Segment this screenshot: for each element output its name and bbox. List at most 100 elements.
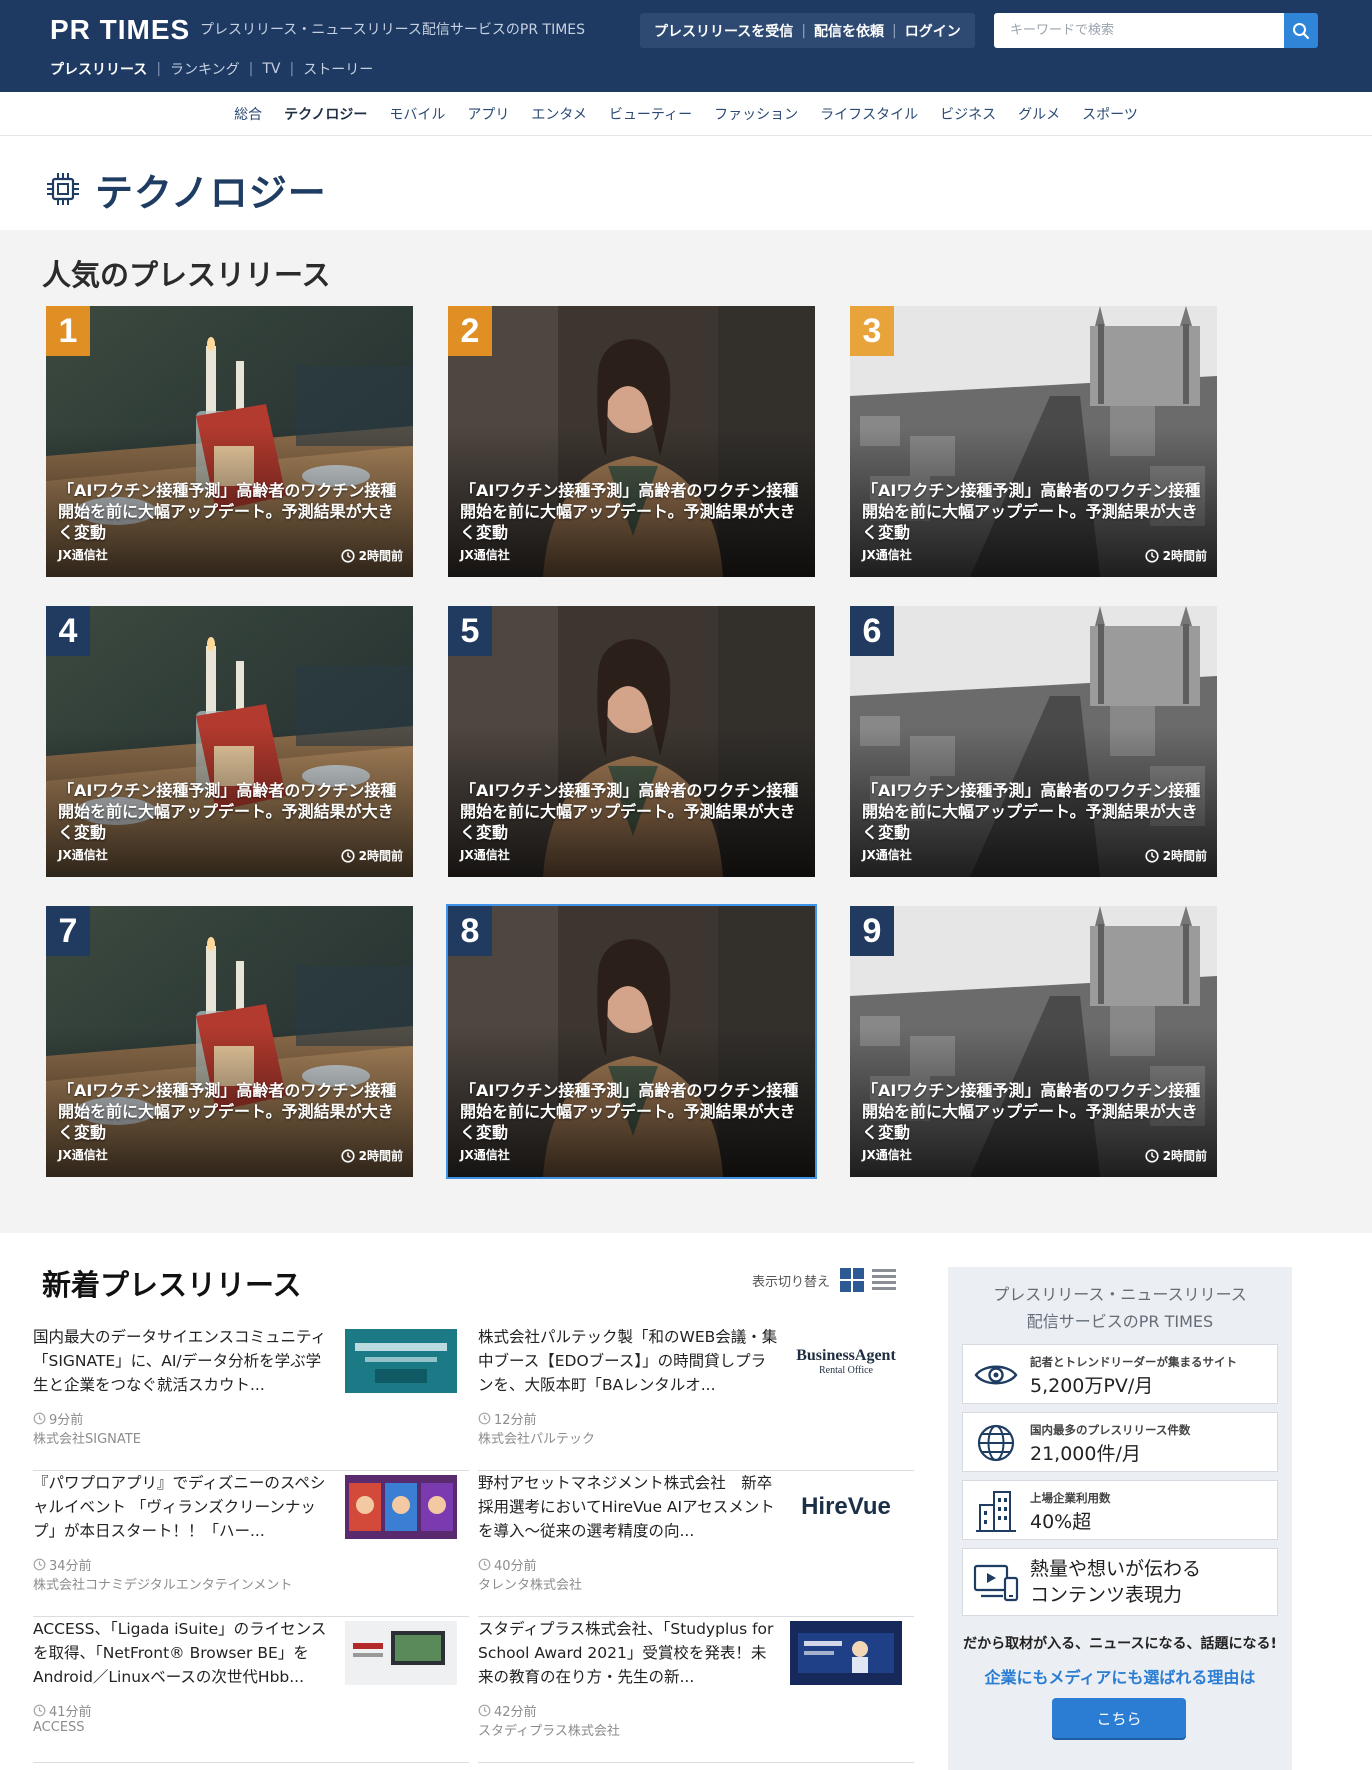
news-time-text: 9分前: [49, 1413, 84, 1428]
news-thumbnail[interactable]: [345, 1621, 457, 1685]
feature-pageviews-value: 5,200万PV/月: [1030, 1375, 1154, 1397]
rank-badge: 4: [46, 606, 90, 656]
news-time: 42分前: [478, 1701, 537, 1720]
receive-releases-link[interactable]: プレスリリースを受信: [654, 21, 793, 41]
news-thumbnail[interactable]: [345, 1329, 457, 1393]
news-title[interactable]: 株式会社パルテック製「和のWEB会議・集中ブース【EDOブース】」の時間貸しプラ…: [478, 1325, 778, 1397]
news-thumbnail[interactable]: [345, 1475, 457, 1539]
request-distribution-link[interactable]: 配信を依頼: [814, 21, 884, 41]
clock-icon: [478, 1704, 491, 1717]
login-link[interactable]: ログイン: [905, 21, 961, 41]
rank-badge: 9: [850, 906, 894, 956]
subnav-item-ranking[interactable]: ランキング: [170, 59, 240, 79]
news-company[interactable]: タレンタ株式会社: [478, 1574, 582, 1593]
clock-icon: [478, 1558, 491, 1571]
category-fashion[interactable]: ファッション: [714, 104, 798, 124]
popular-card[interactable]: 8 「AIワクチン接種予測」高齢者のワクチン接種開始を前に大幅アップデート。予測…: [446, 904, 817, 1179]
news-company[interactable]: 株式会社SIGNATE: [33, 1428, 141, 1447]
category-business[interactable]: ビジネス: [940, 104, 996, 124]
popular-section: 人気のプレスリリース 1 「AIワクチン接種予測」高齢者のワクチン接種開始を前に…: [0, 230, 1372, 1233]
card-title: 「AIワクチン接種予測」高齢者のワクチン接種開始を前に大幅アップデート。予測結果…: [460, 781, 799, 842]
card-time: 2時間前: [1145, 1147, 1207, 1164]
category-entertainment[interactable]: エンタメ: [531, 104, 587, 124]
subnav-separator: |: [289, 61, 295, 77]
feature-content-line2: コンテンツ表現力: [1030, 1584, 1183, 1606]
news-title[interactable]: 野村アセットマネジメント株式会社 新卒採用選考においてHireVue AIアセス…: [478, 1471, 778, 1543]
news-time-text: 34分前: [49, 1559, 92, 1574]
category-mobile[interactable]: モバイル: [389, 104, 445, 124]
popular-card[interactable]: 7 「AIワクチン接種予測」高齢者のワクチン接種開始を前に大幅アップデート。予測…: [46, 906, 413, 1177]
news-list-item[interactable]: 『パワプロアプリ』でディズニーのスペシャルイベント 「ヴィランズクリーンナップ」…: [33, 1471, 469, 1617]
card-time: 2時間前: [1145, 547, 1207, 564]
popular-card[interactable]: 5 「AIワクチン接種予測」高齢者のワクチン接種開始を前に大幅アップデート。予測…: [448, 606, 815, 877]
news-list-item[interactable]: 国内最大のデータサイエンスコミュニティ「SIGNATE」に、AI/データ分析を学…: [33, 1325, 469, 1471]
card-title: 「AIワクチン接種予測」高齢者のワクチン接種開始を前に大幅アップデート。予測結果…: [58, 1081, 397, 1142]
chip-icon: [47, 173, 79, 205]
card-company: JX通信社: [862, 1148, 912, 1162]
news-title[interactable]: スタディプラス株式会社、「Studyplus for School Award …: [478, 1617, 778, 1689]
eye-icon: [973, 1355, 1019, 1395]
news-list-item[interactable]: 株式会社パルテック製「和のWEB会議・集中ブース【EDOブース】」の時間貸しプラ…: [478, 1325, 914, 1471]
card-title: 「AIワクチン接種予測」高齢者のワクチン接種開始を前に大幅アップデート。予測結果…: [862, 1081, 1201, 1142]
card-time: 2時間前: [341, 847, 403, 864]
popular-card[interactable]: 1 「AIワクチン接種予測」高齢者のワクチン接種開始を前に大幅アップデート。予測…: [46, 306, 413, 577]
category-all[interactable]: 総合: [234, 104, 262, 124]
promo-title-line2: 配信サービスのPR TIMES: [1026, 1312, 1214, 1331]
prtimes-logo[interactable]: PR TIMES: [50, 14, 190, 46]
site-header: PR TIMES プレスリリース・ニュースリリース配信サービスのPR TIMES…: [0, 0, 1372, 92]
feature-listed-companies: 上場企業利用数 40%超: [962, 1480, 1278, 1540]
news-list-item[interactable]: ACCESS、「Ligada iSuite」のライセンスを取得、「NetFron…: [33, 1617, 469, 1763]
news-list-item[interactable]: スタディプラス株式会社、「Studyplus for School Award …: [478, 1617, 914, 1763]
grid-view-icon[interactable]: [840, 1268, 865, 1292]
category-technology[interactable]: テクノロジー: [284, 104, 367, 124]
subnav-item-story[interactable]: ストーリー: [303, 59, 373, 79]
news-title[interactable]: 国内最大のデータサイエンスコミュニティ「SIGNATE」に、AI/データ分析を学…: [33, 1325, 333, 1397]
subnav-separator: |: [156, 61, 162, 77]
news-thumbnail[interactable]: [790, 1621, 902, 1685]
card-time: 2時間前: [341, 1147, 403, 1164]
news-company[interactable]: 株式会社パルテック: [478, 1428, 595, 1447]
list-view-icon[interactable]: [872, 1268, 897, 1292]
category-gourmet[interactable]: グルメ: [1018, 104, 1060, 124]
news-company[interactable]: スタディプラス株式会社: [478, 1720, 620, 1739]
news-company[interactable]: 株式会社コナミデジタルエンタテインメント: [33, 1574, 292, 1593]
subnav-item-pressrelease[interactable]: プレスリリース: [50, 59, 147, 79]
category-sports[interactable]: スポーツ: [1082, 104, 1138, 124]
promo-reason-link[interactable]: 企業にもメディアにも選ばれる理由は: [948, 1664, 1292, 1688]
popular-card[interactable]: 3 「AIワクチン接種予測」高齢者のワクチン接種開始を前に大幅アップデート。予測…: [850, 306, 1217, 577]
popular-card[interactable]: 9 「AIワクチン接種予測」高齢者のワクチン接種開始を前に大幅アップデート。予測…: [850, 906, 1217, 1177]
category-beauty[interactable]: ビューティー: [609, 104, 692, 124]
news-thumbnail[interactable]: HireVue: [790, 1475, 902, 1539]
card-time-text: 2時間前: [358, 1149, 403, 1163]
feature-content-line1: 熱量や想いが伝わる: [1030, 1558, 1202, 1580]
card-time-text: 2時間前: [358, 849, 403, 863]
feature-pageviews-label: 記者とトレンドリーダーが集まるサイト: [1030, 1355, 1237, 1369]
news-company[interactable]: ACCESS: [33, 1720, 85, 1735]
popular-card[interactable]: 6 「AIワクチン接種予測」高齢者のワクチン接種開始を前に大幅アップデート。予測…: [850, 606, 1217, 877]
popular-card[interactable]: 2 「AIワクチン接種予測」高齢者のワクチン接種開始を前に大幅アップデート。予測…: [448, 306, 815, 577]
feature-listed-companies-label: 上場企業利用数: [1030, 1491, 1111, 1505]
search-input[interactable]: [994, 13, 1284, 48]
news-title[interactable]: ACCESS、「Ligada iSuite」のライセンスを取得、「NetFron…: [33, 1617, 333, 1689]
search-button[interactable]: [1284, 13, 1318, 48]
service-promo-panel: プレスリリース・ニュースリリース 配信サービスのPR TIMES 記者とトレンド…: [948, 1267, 1292, 1770]
popular-card[interactable]: 4 「AIワクチン接種予測」高齢者のワクチン接種開始を前に大幅アップデート。予測…: [46, 606, 413, 877]
view-toggle-label: 表示切り替え: [752, 1274, 831, 1290]
promo-title: プレスリリース・ニュースリリース 配信サービスのPR TIMES: [948, 1281, 1292, 1335]
category-nav: 総合 テクノロジー モバイル アプリ エンタメ ビューティー ファッション ライ…: [0, 92, 1372, 136]
card-title: 「AIワクチン接種予測」高齢者のワクチン接種開始を前に大幅アップデート。予測結果…: [58, 781, 397, 842]
search-bar: [994, 13, 1318, 48]
promo-cta-button[interactable]: こちら: [1052, 1698, 1186, 1738]
clock-icon: [1145, 1148, 1159, 1163]
news-thumbnail[interactable]: BusinessAgent Rental Office: [790, 1329, 902, 1393]
thumb-hirevue: HireVue: [790, 1475, 902, 1539]
thumb-businessagent: BusinessAgent Rental Office: [790, 1329, 902, 1393]
subnav-item-tv[interactable]: TV: [262, 61, 280, 77]
category-lifestyle[interactable]: ライフスタイル: [820, 104, 918, 124]
clock-icon: [341, 1148, 355, 1163]
category-app[interactable]: アプリ: [467, 104, 509, 124]
news-list-item[interactable]: 野村アセットマネジメント株式会社 新卒採用選考においてHireVue AIアセス…: [478, 1471, 914, 1617]
news-time-text: 42分前: [494, 1705, 537, 1720]
thumb-logo-text: BusinessAgent: [796, 1346, 896, 1364]
news-title[interactable]: 『パワプロアプリ』でディズニーのスペシャルイベント 「ヴィランズクリーンナップ」…: [33, 1471, 333, 1543]
